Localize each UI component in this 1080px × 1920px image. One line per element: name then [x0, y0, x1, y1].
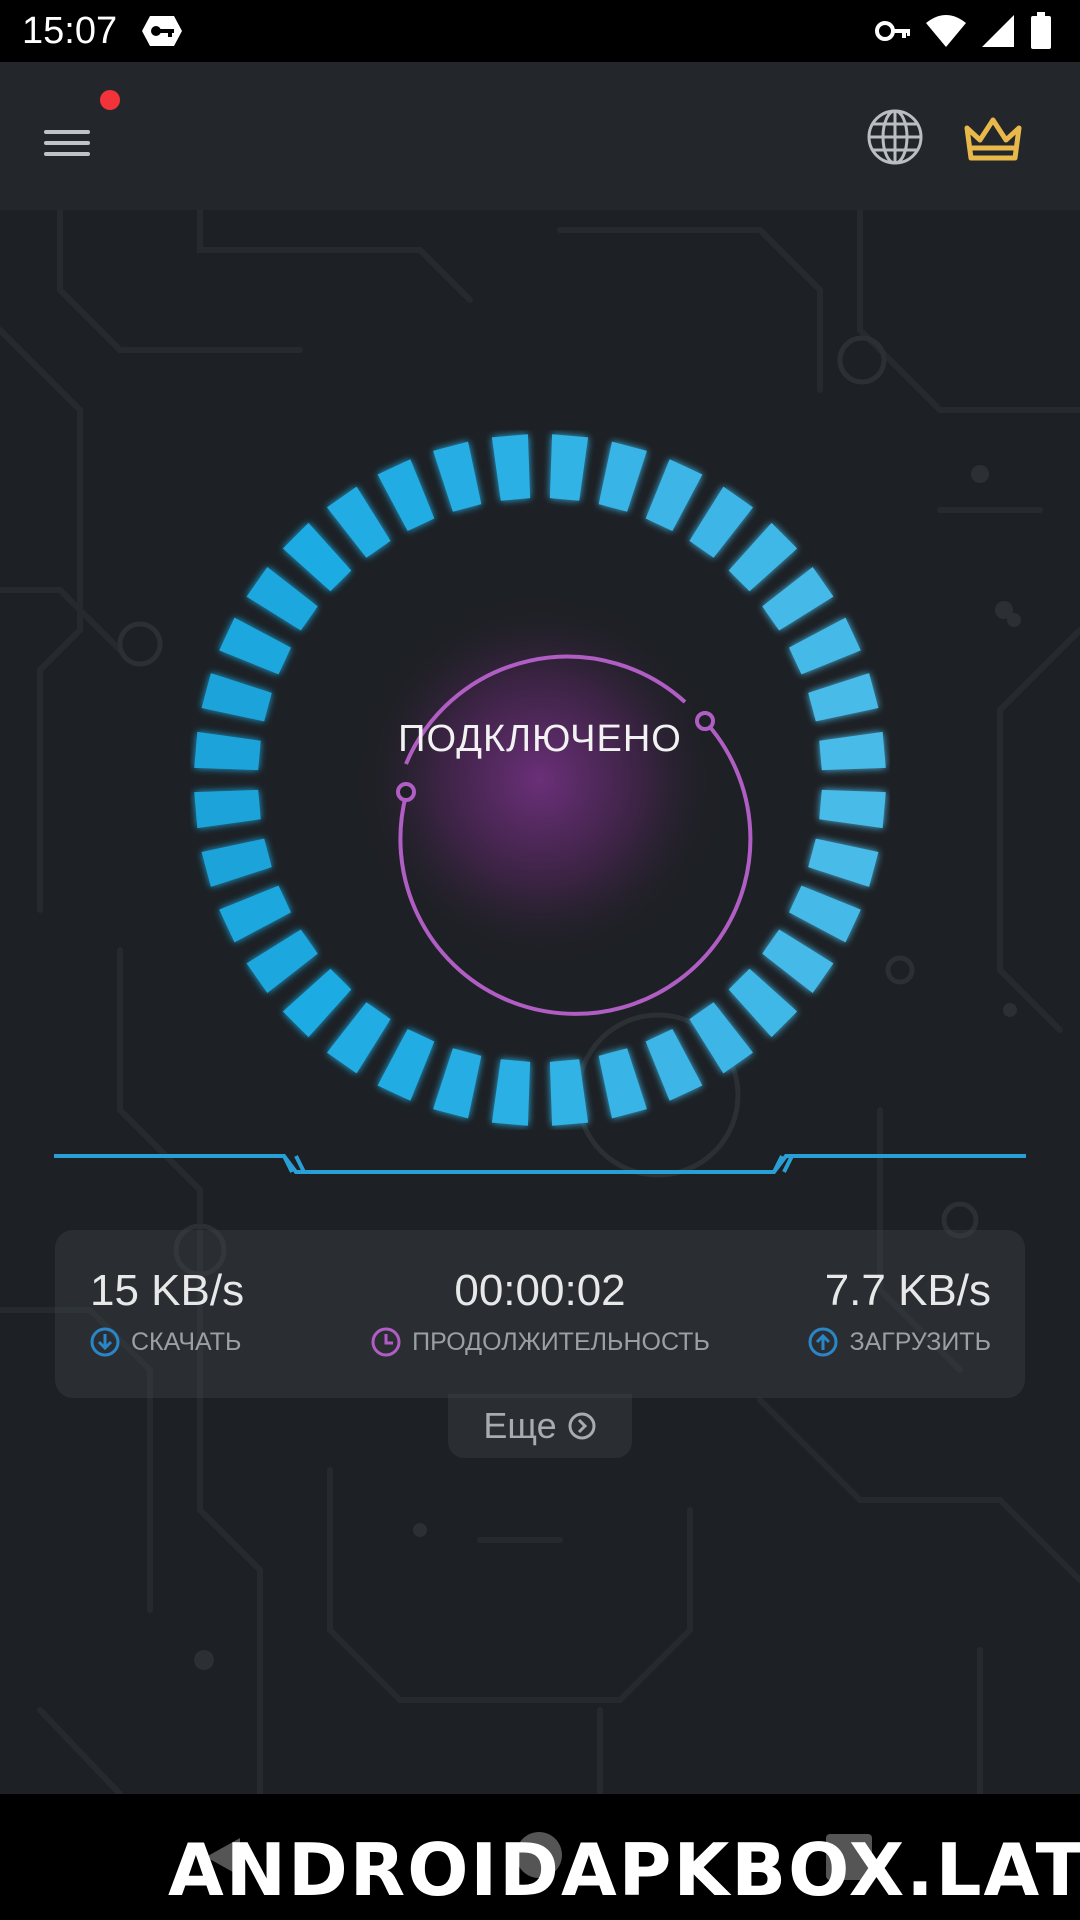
gauge-segment [246, 929, 318, 993]
gauge-segment [789, 885, 861, 943]
gauge-segment [789, 617, 861, 675]
gauge-segment [549, 1059, 589, 1126]
gauge-segment [327, 486, 391, 558]
gauge-segment [645, 459, 703, 531]
connection-status: ПОДКЛЮЧЕНО [398, 718, 682, 760]
download-stat: 15 KB/s СКАЧАТЬ [89, 1266, 244, 1358]
watermark: ANDROIDAPKBOX.LAT [168, 1828, 1080, 1912]
gauge-segment [327, 1002, 391, 1074]
gauge-segment [219, 617, 291, 675]
vpn-key-icon [140, 12, 184, 55]
upload-label: ЗАГРУЗИТЬ [849, 1327, 991, 1356]
gauge-segment [762, 929, 834, 993]
battery-icon [1030, 12, 1052, 55]
chevron-circle-right-icon [568, 1412, 596, 1440]
gauge-segment [219, 885, 291, 943]
gauge-segment [819, 789, 886, 829]
gauge-segment [819, 731, 886, 771]
gauge-segment [762, 567, 834, 631]
gauge-segment [728, 522, 798, 592]
app-bar [0, 62, 1080, 210]
main-area: ПОДКЛЮЧЕНО 15 KB/s СКАЧАТЬ 00:00:02 ПРОД… [0, 210, 1080, 1794]
status-bar: 15:07 [0, 0, 1080, 62]
status-time: 15:07 [22, 10, 118, 52]
status-icons [874, 12, 1052, 55]
gauge-segment [645, 1029, 703, 1101]
more-button[interactable]: Еще [448, 1394, 632, 1458]
menu-button[interactable] [30, 110, 106, 170]
gauge-segment [377, 1029, 435, 1101]
gauge-segment [808, 673, 879, 722]
gauge-segment [194, 789, 261, 829]
gauge-segment [491, 434, 531, 501]
download-arrow-icon [90, 1327, 120, 1357]
gauge-segment [201, 673, 272, 722]
more-label: Еще [483, 1405, 557, 1446]
notification-dot [100, 90, 120, 110]
gauge-segment [598, 1048, 647, 1119]
upload-stat: 7.7 KB/s ЗАГРУЗИТЬ [807, 1266, 991, 1358]
download-speed: 15 KB/s [90, 1266, 245, 1315]
server-select-button[interactable] [862, 104, 928, 170]
gauge-segment [491, 1059, 531, 1126]
download-label: СКАЧАТЬ [131, 1327, 242, 1356]
gauge-segment [598, 441, 647, 512]
duration-stat: 00:00:02 ПРОДОЛЖИТЕЛЬНОСТЬ [365, 1266, 715, 1358]
divider-line [54, 1154, 1026, 1174]
gauge-segment [282, 522, 352, 592]
menu-icon [44, 130, 90, 156]
upload-speed: 7.7 KB/s [824, 1266, 991, 1315]
gauge-segment [433, 441, 482, 512]
gauge-segment [808, 838, 879, 887]
gauge-segment [282, 968, 352, 1038]
wifi-icon [926, 13, 966, 54]
premium-button[interactable] [960, 106, 1026, 172]
gauge-segment [689, 486, 753, 558]
gauge-segment [246, 567, 318, 631]
globe-icon [867, 109, 923, 165]
gauge-segment [549, 434, 589, 501]
stats-panel: 15 KB/s СКАЧАТЬ 00:00:02 ПРОДОЛЖИТЕЛЬНОС… [55, 1230, 1025, 1398]
duration-label: ПРОДОЛЖИТЕЛЬНОСТЬ [412, 1327, 710, 1356]
duration-value: 00:00:02 [454, 1266, 626, 1315]
gauge-segment [377, 459, 435, 531]
gauge-segment [433, 1048, 482, 1119]
crown-icon [964, 117, 1022, 161]
clock-icon [371, 1327, 401, 1357]
gauge-segment [689, 1002, 753, 1074]
signal-icon [980, 13, 1016, 54]
gauge-segment [201, 838, 272, 887]
upload-arrow-icon [808, 1327, 838, 1357]
key-icon [874, 12, 912, 55]
gauge-segment [194, 731, 261, 771]
gauge-segment [728, 968, 798, 1038]
